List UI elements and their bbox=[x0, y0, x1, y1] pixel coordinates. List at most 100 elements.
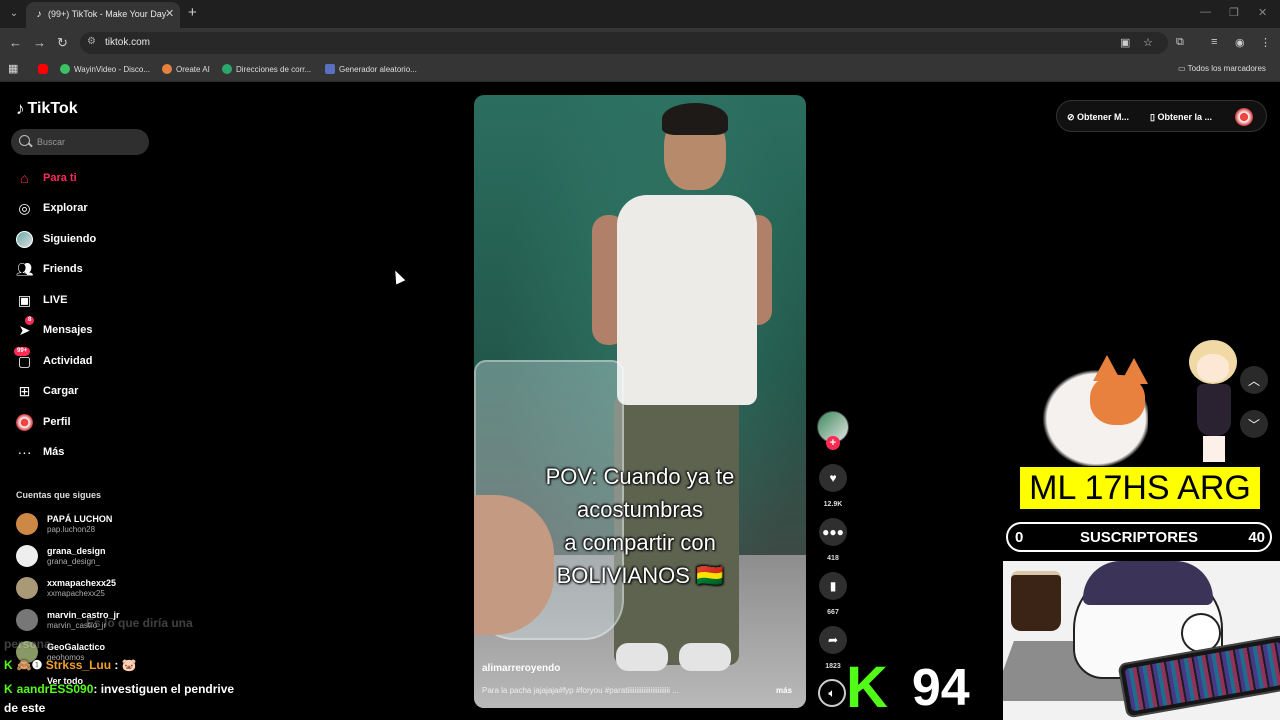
desk-mascot-art bbox=[1003, 561, 1280, 720]
bookmark-oreate[interactable]: Oreate AI bbox=[162, 64, 210, 74]
tiktok-logo[interactable]: ♪ TikTok bbox=[16, 99, 78, 119]
avatar bbox=[16, 545, 38, 567]
tiktok-note-icon: ♪ bbox=[16, 99, 25, 118]
follow-plus-icon[interactable]: + bbox=[826, 436, 840, 450]
home-icon: ⌂ bbox=[20, 170, 29, 186]
video-author[interactable]: alimarreroyendo bbox=[482, 663, 560, 674]
kick-logo-icon: K bbox=[846, 655, 888, 720]
bookmark-direcciones[interactable]: Direcciones de corr... bbox=[222, 64, 311, 74]
search-input[interactable]: Buscar bbox=[11, 129, 149, 155]
sidebar-item-actividad[interactable]: ▢ 99+ Actividad bbox=[14, 346, 93, 371]
sidebar-item-siguiendo[interactable]: Siguiendo bbox=[16, 229, 96, 249]
profile-icon[interactable]: ◉ bbox=[1235, 36, 1245, 49]
video-player[interactable]: POV: Cuando ya te acostumbras a comparti… bbox=[474, 95, 806, 708]
anime-girl-art bbox=[1175, 340, 1255, 465]
apps-grid-icon[interactable]: ▦ bbox=[8, 62, 18, 75]
more-icon: ··· bbox=[17, 444, 32, 460]
cat-face bbox=[1090, 375, 1145, 425]
all-bookmarks[interactable]: ▭ Todos los marcadores bbox=[1178, 64, 1266, 73]
search-icon bbox=[19, 135, 30, 146]
share-button[interactable]: ➦ bbox=[819, 626, 847, 654]
upload-icon: ⊞ bbox=[18, 382, 31, 399]
save-button[interactable]: ▮ bbox=[819, 572, 847, 600]
forward-icon[interactable]: → bbox=[33, 35, 46, 51]
close-window-icon[interactable]: ✕ bbox=[1258, 6, 1267, 19]
video-person-shirt bbox=[617, 195, 757, 405]
avatar bbox=[16, 577, 38, 599]
kick-badge-icon: K bbox=[4, 682, 13, 696]
bookmarks-bar: ▦ WayinVideo - Disco... Oreate AI Direcc… bbox=[0, 58, 1280, 82]
chat-message-continued: de este bbox=[4, 701, 46, 715]
folder-icon: ▭ bbox=[1178, 64, 1188, 73]
search-placeholder: Buscar bbox=[37, 137, 66, 147]
chat-message: KaandrESS090: investiguen el pendrive bbox=[4, 682, 235, 696]
browser-menu-icon[interactable]: ⋮ bbox=[1260, 36, 1271, 49]
user-avatar[interactable] bbox=[1235, 108, 1253, 126]
browser-toolbar: ← → ↻ ⚙ tiktok.com ▣ ☆ ⧉ ≡ ◉ ⋮ bbox=[0, 28, 1280, 58]
heart-icon: ♥ bbox=[829, 471, 837, 485]
sidebar-item-cargar[interactable]: ⊞ Cargar bbox=[16, 381, 79, 401]
share-icon: ➦ bbox=[827, 633, 839, 647]
badge-icons: 🙈❶ bbox=[16, 658, 46, 672]
sidebar-item-friends[interactable]: 👥︎ Friends bbox=[16, 259, 83, 279]
previous-video-button[interactable]: ︿ bbox=[1240, 366, 1268, 394]
get-app-button[interactable]: ▯ Obtener la ... bbox=[1150, 112, 1212, 123]
wayin-icon bbox=[60, 64, 70, 74]
extensions-icon[interactable]: ⧉ bbox=[1176, 36, 1184, 49]
sidebar-item-explorar[interactable]: ◎ Explorar bbox=[16, 198, 87, 218]
like-button[interactable]: ♥ bbox=[819, 464, 847, 492]
chat-faded-line: persona bbox=[4, 637, 51, 651]
chevron-up-icon: ︿ bbox=[1247, 373, 1260, 388]
bookmark-generador[interactable]: Generador aleatorio... bbox=[325, 64, 417, 74]
coin-icon: ⊘ bbox=[1067, 112, 1078, 122]
minimize-icon[interactable]: — bbox=[1200, 6, 1211, 18]
following-avatar-icon bbox=[16, 230, 33, 248]
live-tv-icon: ▣ bbox=[17, 291, 32, 308]
sidebar-item-mas[interactable]: ··· Más bbox=[16, 442, 65, 462]
sidebar-item-mensajes[interactable]: ➤ 8 Mensajes bbox=[16, 315, 93, 340]
youtube-icon bbox=[38, 64, 48, 74]
restore-icon[interactable]: ❐ bbox=[1229, 6, 1239, 19]
compass-icon: ◎ bbox=[18, 199, 31, 216]
new-tab-icon[interactable]: + bbox=[188, 5, 197, 21]
comment-button[interactable]: ●●● bbox=[819, 518, 847, 546]
messages-badge: 8 bbox=[25, 315, 35, 325]
tiktok-page: ♪ TikTok Buscar ⌂ Para ti ◎ Explorar Sig… bbox=[0, 83, 1280, 720]
save-count: 667 bbox=[827, 609, 839, 616]
next-video-button[interactable]: ﹀ bbox=[1240, 410, 1268, 438]
bookmark-star-icon[interactable]: ☆ bbox=[1143, 36, 1153, 49]
back-icon[interactable]: ← bbox=[9, 35, 22, 51]
video-shoe bbox=[616, 643, 668, 671]
tab-search-icon[interactable]: ⌄ bbox=[6, 6, 22, 22]
sidebar-item-perfil[interactable]: Perfil bbox=[16, 412, 71, 432]
tab-title: (99+) TikTok - Make Your Day bbox=[48, 9, 167, 19]
get-coins-button[interactable]: ⊘ Obtener M... bbox=[1067, 112, 1129, 123]
subscriber-goal-label: SUSCRIPTORES bbox=[1079, 529, 1199, 546]
video-caption-text: POV: Cuando ya te acostumbras a comparti… bbox=[545, 464, 735, 588]
tiktok-icon: ♪ bbox=[36, 9, 42, 20]
close-tab-icon[interactable]: ✕ bbox=[165, 7, 174, 20]
chat-message: K 🙈❶ Strkss_Luu : 🐷 bbox=[4, 658, 137, 672]
sidebar-item-live[interactable]: ▣ LIVE bbox=[16, 290, 68, 310]
send-icon: ➤ 8 bbox=[16, 315, 35, 339]
generator-icon bbox=[325, 64, 335, 74]
mail-icon bbox=[222, 64, 232, 74]
activity-badge: 99+ bbox=[14, 346, 31, 356]
comment-count: 418 bbox=[827, 555, 839, 562]
address-bar[interactable]: ⚙ tiktok.com ▣ ☆ bbox=[80, 32, 1168, 54]
kick-viewer-count: 94 bbox=[911, 659, 970, 717]
reload-icon[interactable]: ↻ bbox=[57, 35, 68, 51]
sidebar-item-para-ti[interactable]: ⌂ Para ti bbox=[16, 168, 76, 188]
video-description: Para la pacha jajajaja#fyp #foryou #para… bbox=[482, 686, 679, 695]
volume-button[interactable]: 🔈︎ bbox=[818, 679, 846, 707]
browser-tabstrip: ⌄ ♪ (99+) TikTok - Make Your Day ✕ + — ❐… bbox=[0, 0, 1280, 28]
stream-schedule-banner: ML 17HS ARG bbox=[1020, 467, 1260, 509]
bookmark-youtube[interactable] bbox=[38, 64, 52, 74]
install-app-icon[interactable]: ▣ bbox=[1120, 36, 1130, 49]
browser-tab[interactable]: ♪ (99+) TikTok - Make Your Day ✕ bbox=[26, 2, 180, 28]
media-icon[interactable]: ≡ bbox=[1211, 36, 1217, 48]
more-button[interactable]: más bbox=[776, 686, 792, 695]
kick-viewer-counter: K 94 bbox=[846, 655, 970, 720]
bookmark-wayinvideo[interactable]: WayinVideo - Disco... bbox=[60, 64, 150, 74]
site-info-icon[interactable]: ⚙ bbox=[87, 36, 96, 47]
